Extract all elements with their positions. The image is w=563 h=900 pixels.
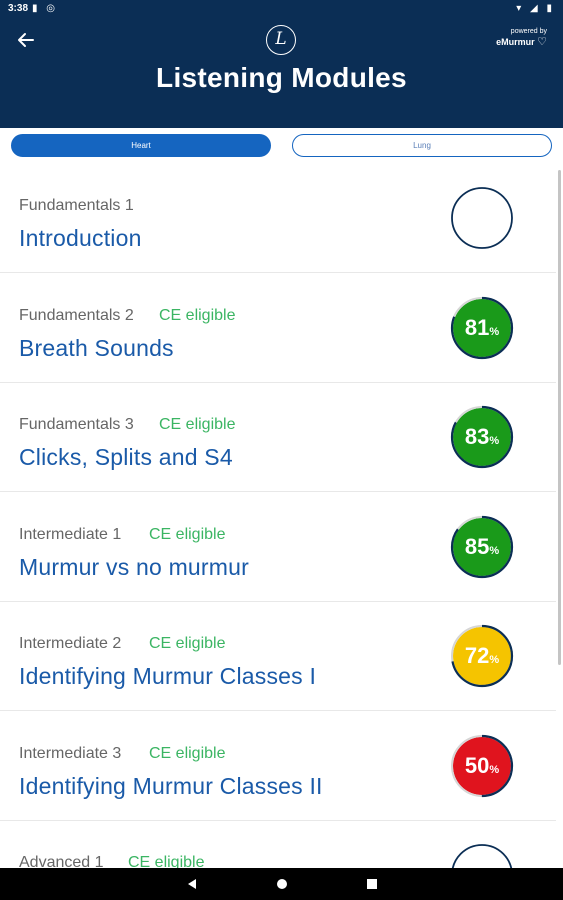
- progress-percent: 85%: [450, 515, 514, 579]
- progress-circle: 72%: [450, 624, 514, 688]
- scrollbar[interactable]: [558, 170, 561, 665]
- module-title: Breath Sounds: [19, 335, 174, 361]
- module-title: Identifying Murmur Classes I: [19, 663, 317, 689]
- module-level: Intermediate 1: [19, 526, 122, 543]
- back-arrow-icon[interactable]: [14, 28, 38, 52]
- brand-logo: L: [266, 25, 296, 55]
- progress-ring: [451, 844, 513, 868]
- module-row[interactable]: Intermediate 2 CE eligible Identifying Mur…: [0, 602, 556, 711]
- ce-eligible-badge: CE eligible: [149, 526, 226, 543]
- progress-percent: 72%: [450, 624, 514, 688]
- module-level: Fundamentals 1: [19, 197, 134, 214]
- ce-eligible-badge: CE eligible: [159, 307, 236, 324]
- percent-symbol: %: [489, 326, 500, 338]
- module-row[interactable]: Fundamentals 1 Introduction: [0, 164, 556, 273]
- module-level: Fundamentals 3: [19, 416, 134, 433]
- heart-logo-icon: ♡: [537, 36, 547, 48]
- android-nav-bar: [0, 868, 563, 900]
- percent-value: 85: [464, 534, 490, 559]
- progress-circle: [450, 843, 514, 868]
- module-level: Intermediate 3: [19, 745, 122, 762]
- percent-value: 81: [464, 315, 490, 340]
- status-notification-icons: ▮ ◎: [32, 3, 59, 14]
- powered-by-text: powered by: [510, 28, 547, 35]
- module-row[interactable]: Advanced 1 CE eligible: [0, 821, 556, 868]
- module-row[interactable]: Fundamentals 3 CE eligible Clicks, Splits …: [0, 383, 556, 492]
- progress-fill: [451, 844, 513, 868]
- arrow-left-icon: [18, 33, 34, 47]
- ce-eligible-badge: CE eligible: [149, 745, 226, 762]
- percent-value: 83: [464, 424, 490, 449]
- module-title: Introduction: [19, 225, 142, 251]
- module-level: Intermediate 2: [19, 635, 122, 652]
- percent-value: 50: [464, 753, 490, 778]
- ce-eligible-badge: CE eligible: [128, 854, 205, 868]
- progress-percent: 81%: [450, 296, 514, 360]
- module-list: Fundamentals 1 Introduction Fundamentals 2…: [0, 164, 563, 868]
- module-level: Fundamentals 2: [19, 307, 134, 324]
- progress-fill: [451, 187, 513, 249]
- nav-home-icon[interactable]: [274, 876, 290, 892]
- module-title: Identifying Murmur Classes II: [19, 773, 323, 799]
- module-title: Clicks, Splits and S4: [19, 444, 233, 470]
- nav-back-icon[interactable]: [184, 876, 200, 892]
- module-row[interactable]: Fundamentals 2 CE eligible Breath Sounds 81…: [0, 274, 556, 383]
- nav-recents-icon[interactable]: [364, 876, 380, 892]
- progress-circle: 85%: [450, 515, 514, 579]
- ce-eligible-badge: CE eligible: [149, 635, 226, 652]
- tab-lung[interactable]: Lung: [292, 134, 552, 157]
- percent-symbol: %: [489, 435, 500, 447]
- emurmur-brand: eMurmur: [496, 37, 535, 47]
- percent-value: 72: [464, 643, 490, 668]
- status-time: 3:38: [8, 3, 29, 14]
- page-title: Listening Modules: [156, 62, 407, 93]
- progress-percent: 50%: [450, 734, 514, 798]
- app-header: 3:38 ▮ ◎ ▾ ◢ ▮ L powered by eMurmur ♡ Li…: [0, 0, 563, 128]
- tab-heart[interactable]: Heart: [11, 134, 271, 157]
- progress-circle: 50%: [450, 734, 514, 798]
- powered-by-badge: powered by eMurmur ♡: [496, 28, 547, 48]
- percent-symbol: %: [489, 545, 500, 557]
- progress-percent: 83%: [450, 405, 514, 469]
- percent-symbol: %: [489, 764, 500, 776]
- status-bar: 3:38 ▮ ◎ ▾ ◢ ▮: [0, 0, 563, 20]
- module-level: Advanced 1: [19, 854, 104, 868]
- module-row[interactable]: Intermediate 1 CE eligible Murmur vs no mu…: [0, 493, 556, 602]
- module-row[interactable]: Intermediate 3 CE eligible Identifying Mur…: [0, 712, 556, 821]
- progress-circle: [450, 186, 514, 250]
- percent-symbol: %: [489, 654, 500, 666]
- progress-ring: [451, 187, 513, 249]
- progress-circle: 83%: [450, 405, 514, 469]
- module-title: Murmur vs no murmur: [19, 554, 249, 580]
- progress-circle: 81%: [450, 296, 514, 360]
- tab-bar: Heart Lung: [0, 128, 563, 164]
- ce-eligible-badge: CE eligible: [159, 416, 236, 433]
- status-system-icons: ▾ ◢ ▮: [516, 3, 555, 14]
